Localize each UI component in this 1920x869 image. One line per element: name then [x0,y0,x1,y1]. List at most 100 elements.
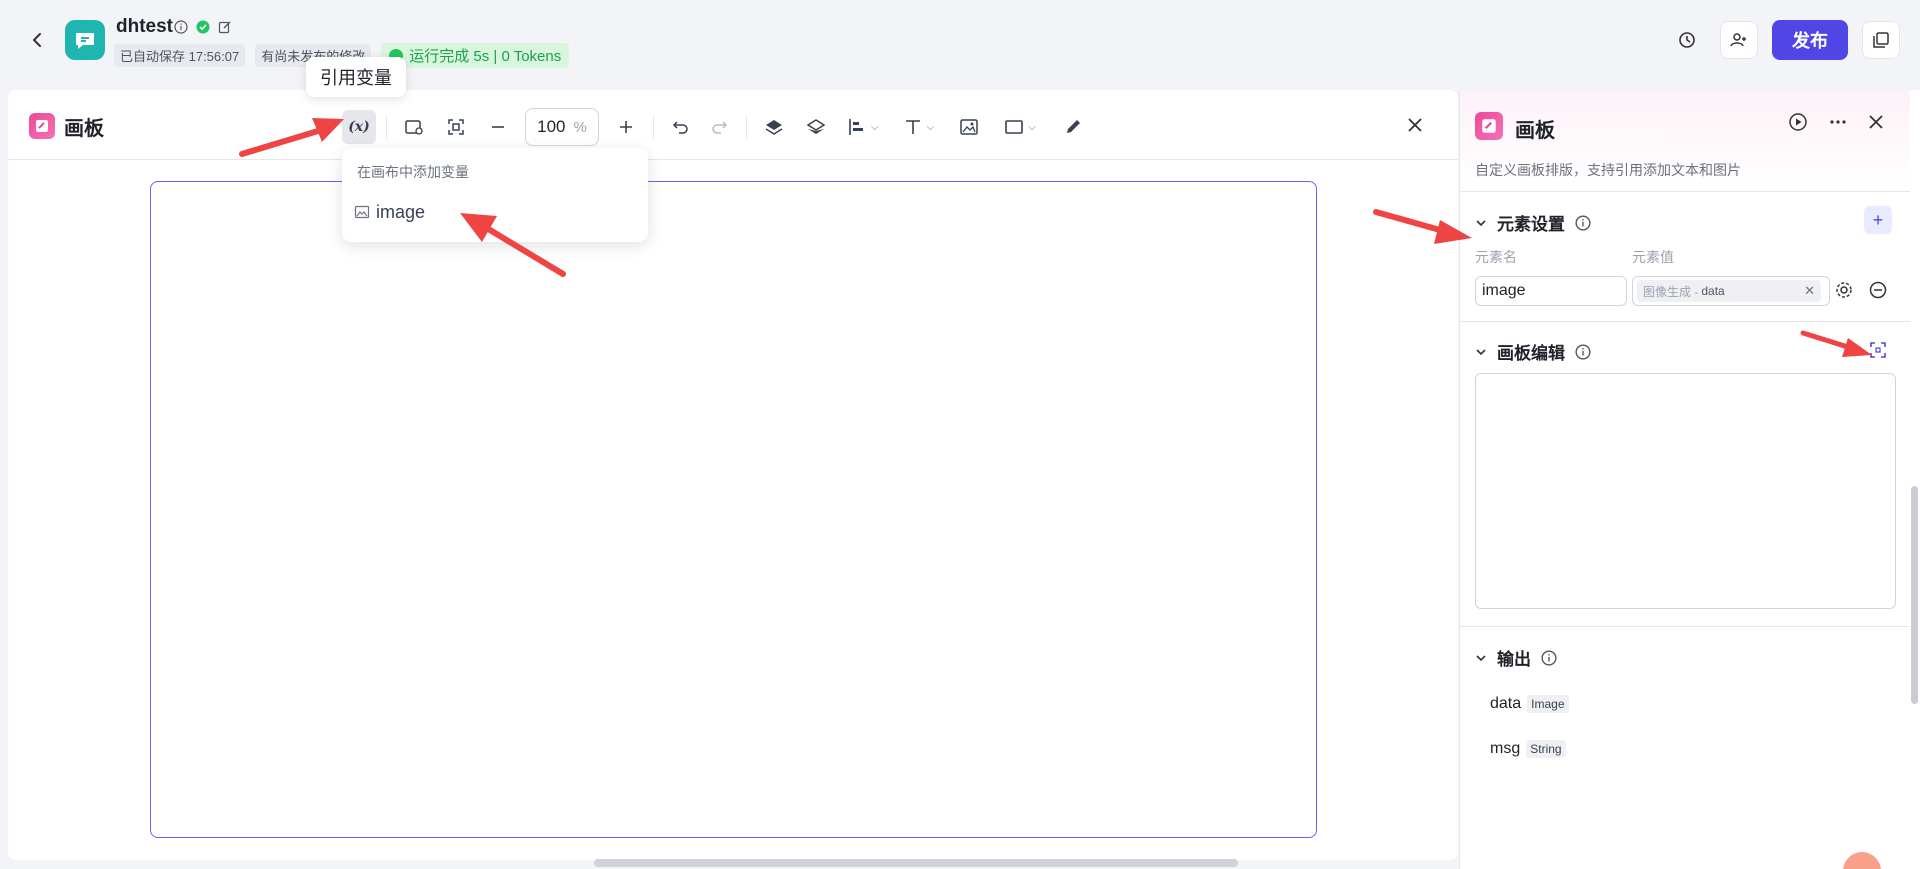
history-icon [1679,32,1695,48]
bring-front-icon [765,120,783,135]
align-icon [849,119,863,135]
rectangle-icon [1005,120,1023,134]
output-name: data [1490,695,1522,712]
variable-icon: (x) [348,119,370,135]
run-icon[interactable] [1788,112,1808,137]
canvas-panel: 画板 (x) 100 % ⌵ ⌵ ⌵ [8,90,1458,867]
element-settings-toggle[interactable]: 元素设置 [1475,210,1591,235]
divider [1460,191,1910,192]
canvas-edit-title: 画板编辑 [1497,344,1565,363]
vertical-scrollbar[interactable] [1911,486,1918,704]
close-icon[interactable] [1402,112,1428,138]
toolbar-divider [746,115,747,139]
info-icon [1541,649,1557,666]
horizontal-scrollbar[interactable] [594,859,1238,867]
app-name: dhtest [116,16,173,37]
zoom-out-button[interactable] [481,110,515,144]
pencil-button[interactable] [1056,110,1090,144]
add-image-button[interactable] [397,110,431,144]
text-button[interactable]: ⌵ [897,110,941,144]
element-name-header: 元素名 [1475,249,1517,265]
divider [1460,626,1910,627]
info-icon [1575,214,1591,231]
zoom-in-button[interactable] [609,110,643,144]
expand-icon[interactable] [1869,341,1887,364]
element-value-input[interactable]: 图像生成 - data ✕ [1632,276,1830,306]
canvas-title: 画板 [64,118,104,140]
output-title: 输出 [1497,650,1531,669]
fit-view-button[interactable] [439,110,473,144]
chevron-down-icon: ⌵ [926,121,935,133]
send-back-icon [806,119,826,134]
top-bar: dhtest 已自动保存 17:56:07 有尚未发布的修改 运行完成 5s |… [0,0,1920,80]
chevron-down-icon [1476,348,1486,355]
canvas-toolbar: (x) 100 % ⌵ ⌵ ⌵ [342,108,1090,146]
canvas-node-icon [1475,112,1503,140]
chevron-down-icon: ⌵ [871,121,879,133]
chevron-down-icon [1476,219,1486,226]
output-item: msg String [1490,740,1566,758]
zoom-in-icon [620,121,632,133]
output-type-badge: Image [1527,695,1569,713]
add-element-button[interactable]: + [1864,206,1892,234]
dropdown-item-label: image [376,201,426,222]
autosave-status: 已自动保存 17:56:07 [114,44,246,67]
zoom-input[interactable]: 100 % [525,108,599,146]
fit-view-icon [448,119,464,135]
divider [1460,321,1910,322]
zoom-out-icon [492,126,504,128]
toolbar-divider [653,115,654,139]
output-toggle[interactable]: 输出 [1475,645,1557,670]
remove-element-icon[interactable] [1868,280,1888,305]
output-type-badge: String [1526,740,1566,758]
image-icon [960,119,978,135]
toolbar-divider [386,115,387,139]
image-button[interactable] [952,110,986,144]
dropdown-item-image[interactable]: image [354,200,425,224]
info-icon [1575,343,1591,360]
chevron-down-icon [1476,654,1486,661]
variable-source: 图像生成 - [1643,284,1699,299]
send-back-button[interactable] [799,110,833,144]
back-icon[interactable] [26,28,50,52]
redo-icon [712,121,728,134]
undo-button[interactable] [664,110,698,144]
canvas-edit-toggle[interactable]: 画板编辑 [1475,339,1591,364]
element-value-header: 元素值 [1632,249,1674,265]
copy-button[interactable] [1862,21,1900,59]
copy-icon [1873,32,1889,48]
panel-description: 自定义画板排版，支持引用添加文本和图片 [1475,162,1741,178]
node-settings-panel: 画板 自定义画板排版，支持引用添加文本和图片 元素设置 + 元素名 元素值 im… [1459,90,1920,869]
align-button[interactable]: ⌵ [841,110,885,144]
variable-field: data [1701,284,1725,298]
dropdown-title: 在画布中添加变量 [357,164,469,180]
run-status-text: 运行完成 5s | 0 Tokens [409,48,562,65]
publish-button[interactable]: 发布 [1772,20,1848,60]
verified-icon [195,19,211,35]
zoom-value: 100 [537,117,566,136]
zoom-unit: % [573,118,587,136]
bring-front-button[interactable] [757,110,791,144]
image-icon [354,205,370,219]
variable-reference-tag: 图像生成 - data ✕ [1637,280,1821,302]
settings-gear-icon[interactable] [1834,280,1854,305]
edit-icon[interactable] [217,19,233,35]
variable-tooltip: 引用变量 [306,57,406,97]
pencil-icon [1066,120,1080,133]
rectangle-button[interactable]: ⌵ [998,110,1042,144]
more-icon[interactable] [1828,112,1848,137]
run-status-badge: 运行完成 5s | 0 Tokens [381,43,570,68]
info-icon[interactable] [173,19,189,35]
redo-button[interactable] [702,110,736,144]
variable-dropdown: 在画布中添加变量 image [342,148,648,242]
canvas-edit-preview[interactable] [1475,373,1896,609]
users-icon [1730,33,1746,47]
collaborators-button[interactable] [1720,21,1758,59]
drawing-canvas[interactable] [150,181,1317,838]
history-button[interactable] [1668,21,1706,59]
remove-tag-icon[interactable]: ✕ [1804,283,1815,299]
element-name-input[interactable]: image [1475,276,1627,306]
undo-icon [672,121,688,134]
close-icon[interactable] [1868,114,1884,135]
variable-button[interactable]: (x) [342,110,376,144]
